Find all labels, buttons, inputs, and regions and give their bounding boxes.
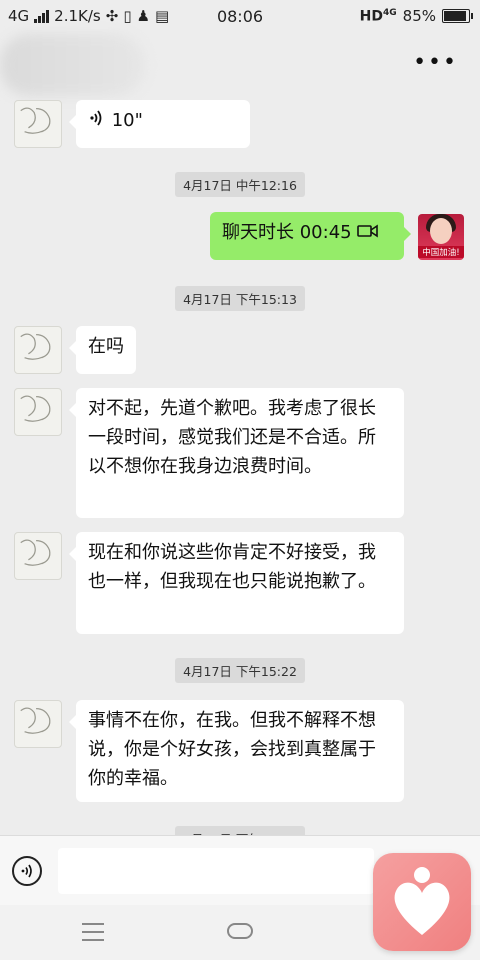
hd-label: HD4G	[359, 7, 397, 25]
voice-wave-icon	[88, 107, 106, 136]
home-icon[interactable]	[227, 923, 253, 939]
contact-avatar[interactable]	[14, 326, 62, 374]
text-message[interactable]: 现在和你说这些你肯定不好接受，我也一样，但我现在也只能说抱歉了。	[69, 532, 404, 634]
timestamp: 4月17日 下午15:13	[0, 286, 480, 311]
contact-name-blurred	[0, 34, 145, 96]
contact-avatar[interactable]	[14, 532, 62, 580]
menu-icon[interactable]	[82, 923, 104, 947]
battery-icon	[442, 9, 473, 23]
timestamp: 4月17日 中午12:16	[0, 172, 480, 197]
text-message[interactable]: 对不起，先道个歉吧。我考虑了很长一段时间，感觉我们还是不合适。所以不想你在我身边…	[69, 388, 404, 518]
contact-avatar[interactable]	[14, 100, 62, 148]
battery-percent: 85%	[402, 7, 436, 25]
voice-message[interactable]: 10"	[69, 100, 250, 148]
status-right: HD4G 85%	[359, 7, 473, 25]
status-bar: 4G 2.1K/s ✣ ▯ ♟ ▤ 08:06 HD4G 85%	[0, 0, 480, 34]
timestamp: 4月17日 下午15:24	[0, 826, 480, 835]
voice-duration: 10"	[111, 110, 143, 131]
video-call-icon	[357, 219, 379, 248]
text-message[interactable]: 事情不在你，在我。但我不解释不想说，你是个好女孩，会找到真整属于你的幸福。	[69, 700, 404, 802]
chat-area[interactable]: 10" 4月17日 中午12:16 聊天时长 00:45 中国加油! 4月17日…	[0, 90, 480, 835]
my-avatar-label: 中国加油!	[418, 246, 464, 258]
contact-avatar[interactable]	[14, 700, 62, 748]
contact-avatar[interactable]	[14, 388, 62, 436]
floating-heart-app-icon[interactable]	[373, 853, 471, 951]
my-avatar[interactable]: 中国加油!	[418, 214, 464, 260]
call-record-message[interactable]: 聊天时长 00:45	[210, 212, 411, 260]
call-duration-text: 聊天时长 00:45	[222, 222, 352, 243]
text-message[interactable]: 在吗	[69, 326, 136, 374]
message-input[interactable]	[58, 848, 374, 894]
voice-mode-icon[interactable]	[12, 856, 42, 886]
chat-header: •••	[0, 34, 480, 96]
more-dots-icon[interactable]: •••	[413, 50, 458, 75]
timestamp: 4月17日 下午15:22	[0, 658, 480, 683]
